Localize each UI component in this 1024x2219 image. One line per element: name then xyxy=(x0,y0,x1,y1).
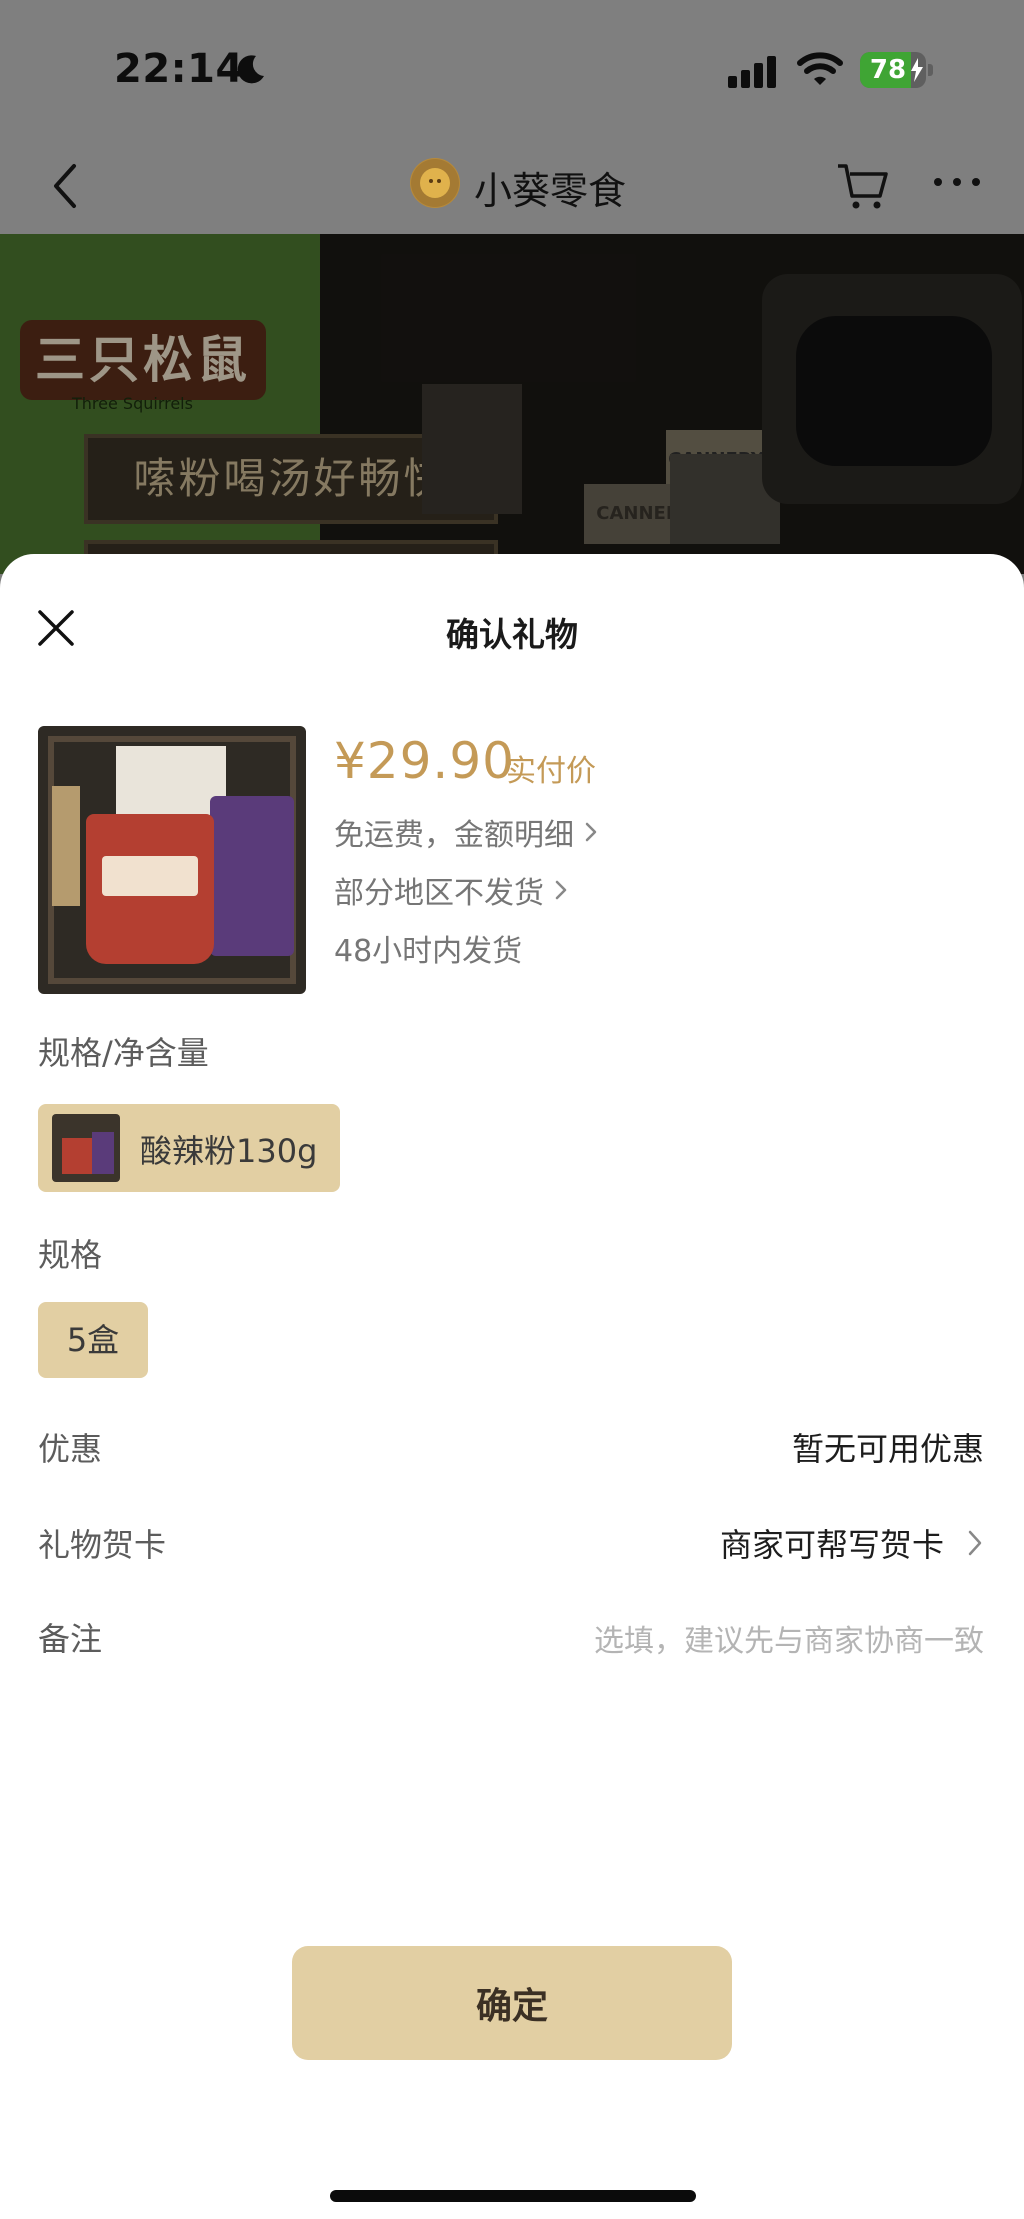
cart-icon[interactable] xyxy=(834,158,890,212)
size-option-chip[interactable]: 5盒 xyxy=(38,1302,148,1378)
gift-card-label: 礼物贺卡 xyxy=(38,1526,167,1564)
dispatch-time: 48小时内发货 xyxy=(334,926,522,970)
dispatch-time-text: 48小时内发货 xyxy=(334,934,523,969)
gift-card-value: 商家可帮写贺卡 xyxy=(719,1526,944,1564)
region-restriction-link[interactable]: 部分地区不发货 xyxy=(334,868,568,912)
chevron-right-icon xyxy=(968,1530,982,1556)
region-restriction-text: 部分地区不发货 xyxy=(334,876,544,911)
status-time: 22:14 xyxy=(114,46,244,92)
chevron-right-icon xyxy=(555,880,567,900)
status-bar: 22:14 78 xyxy=(0,0,1024,140)
gift-card-row[interactable]: 商家可帮写贺卡 xyxy=(720,1520,984,1566)
signal-icon xyxy=(728,56,776,88)
moon-icon xyxy=(237,55,264,84)
confirm-button[interactable]: 确定 xyxy=(292,1946,732,2060)
home-indicator xyxy=(330,2190,696,2202)
shipping-fee-detail-link[interactable]: 免运费，金额明细 xyxy=(334,810,598,854)
shop-logo xyxy=(410,158,460,208)
discount-value-text: 暂无可用优惠 xyxy=(791,1430,984,1468)
chevron-right-icon xyxy=(585,822,597,842)
shop-banner: 三只松鼠 Three Squirrels 嗦粉喝汤好畅快 CANNERY CAN… xyxy=(0,234,1024,574)
price-tag: 实付价 xyxy=(506,754,596,789)
confirm-gift-sheet: 确认礼物 ¥29.90 实付价 免运费，金额明细 部分地区不发货 48小时内发货… xyxy=(0,554,1024,2219)
discount-label: 优惠 xyxy=(38,1430,103,1468)
spec-option-thumbnail xyxy=(52,1114,120,1182)
battery-charging-icon: 78 xyxy=(860,52,934,88)
nav-bar: 小葵零食 xyxy=(0,140,1024,234)
size-section-label: 规格 xyxy=(38,1236,103,1274)
discount-value[interactable]: 暂无可用优惠 xyxy=(792,1424,984,1470)
spec-option-label: 酸辣粉130g xyxy=(140,1132,318,1170)
sheet-title: 确认礼物 xyxy=(446,615,578,654)
product-price: ¥29.90 xyxy=(334,732,515,790)
spec-option-chip[interactable]: 酸辣粉130g xyxy=(38,1104,340,1192)
battery-percent: 78 xyxy=(869,55,907,85)
product-image xyxy=(38,726,306,994)
more-icon[interactable] xyxy=(930,170,984,194)
note-label: 备注 xyxy=(38,1620,103,1658)
spec-section-label: 规格/净含量 xyxy=(38,1034,209,1072)
shop-title[interactable]: 小葵零食 xyxy=(474,160,626,215)
wifi-icon xyxy=(797,52,843,85)
note-input[interactable]: 选填，建议先与商家协商一致 xyxy=(594,1616,984,1660)
back-icon[interactable] xyxy=(46,160,86,212)
shipping-fee-text: 免运费，金额明细 xyxy=(334,818,574,853)
